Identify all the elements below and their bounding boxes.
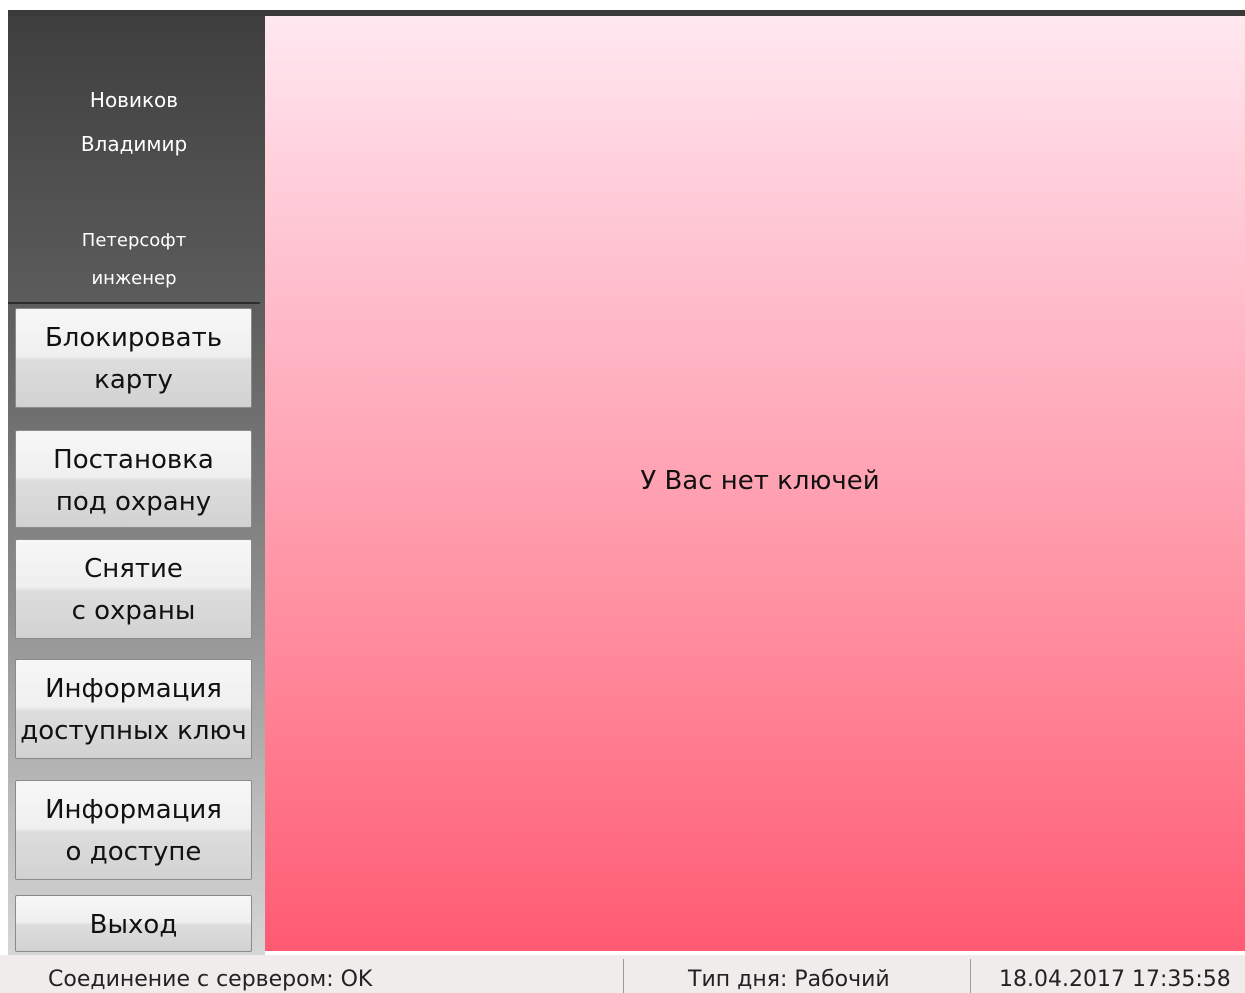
arm-security-button[interactable]: Постановка под охрану xyxy=(15,430,252,528)
user-position: инженер xyxy=(91,268,177,289)
status-bar: Соединение с сервером: OK Тип дня: Рабоч… xyxy=(0,955,1245,993)
user-first-name: Владимир xyxy=(80,132,188,156)
available-keys-info-button[interactable]: Информация доступных ключ xyxy=(15,659,252,759)
disarm-security-button-line2: с охраны xyxy=(71,596,196,626)
available-keys-info-button-line2: доступных ключ xyxy=(20,716,247,746)
exit-button-label: Выход xyxy=(89,910,178,940)
user-last-name: Новиков xyxy=(89,88,179,112)
block-card-button[interactable]: Блокировать карту xyxy=(15,308,252,408)
disarm-security-button[interactable]: Снятие с охраны xyxy=(15,539,252,639)
app-window: Новиков Владимир Петерсофт инженер Блоки… xyxy=(0,0,1245,993)
no-keys-message: У Вас нет ключей xyxy=(640,466,880,496)
user-company: Петерсофт xyxy=(81,230,187,251)
day-type-status: Тип дня: Рабочий xyxy=(688,967,890,992)
access-info-button[interactable]: Информация о доступе xyxy=(15,780,252,880)
user-full-name: Новиков Владимир xyxy=(8,78,260,166)
user-divider xyxy=(8,302,260,304)
connection-status: Соединение с сервером: OK xyxy=(48,967,373,992)
sidebar: Новиков Владимир Петерсофт инженер Блоки… xyxy=(8,10,265,955)
block-card-button-line2: карту xyxy=(94,365,173,395)
datetime-status: 18.04.2017 17:35:58 xyxy=(999,967,1231,992)
status-separator xyxy=(970,959,971,993)
user-company-info: Петерсофт инженер xyxy=(8,222,260,298)
arm-security-button-line1: Постановка xyxy=(53,445,214,475)
keys-panel: У Вас нет ключей xyxy=(265,16,1245,951)
status-separator xyxy=(623,959,624,993)
available-keys-info-button-line1: Информация xyxy=(45,674,222,704)
access-info-button-line1: Информация xyxy=(45,795,222,825)
block-card-button-line1: Блокировать xyxy=(44,323,223,353)
arm-security-button-line2: под охрану xyxy=(55,487,212,517)
exit-button[interactable]: Выход xyxy=(15,895,252,952)
access-info-button-line2: о доступе xyxy=(65,837,202,867)
disarm-security-button-line1: Снятие xyxy=(84,554,183,584)
user-info: Новиков Владимир Петерсофт инженер xyxy=(8,10,260,304)
